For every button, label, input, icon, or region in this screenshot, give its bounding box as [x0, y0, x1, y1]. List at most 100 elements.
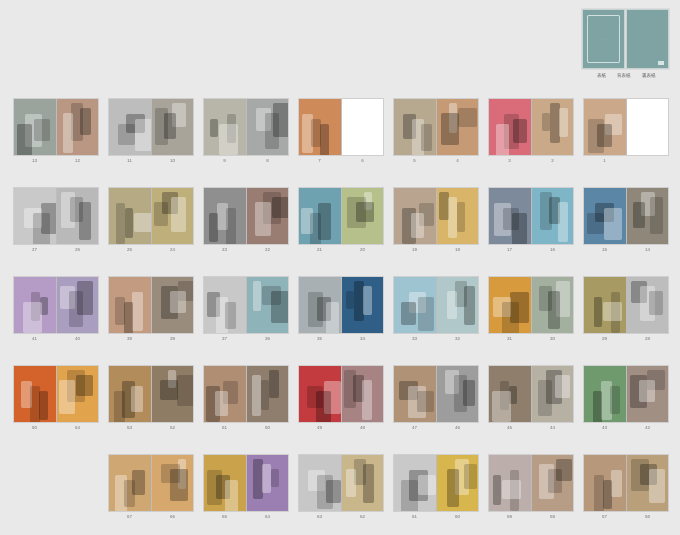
page-thumbnail-left[interactable]	[584, 366, 626, 422]
page-spread[interactable]: 51 50	[203, 365, 289, 435]
page-spread[interactable]: 32	[488, 98, 574, 168]
page-thumbnail-right[interactable]	[151, 366, 193, 422]
page-thumbnail-left[interactable]	[109, 455, 151, 511]
page-spread[interactable]: 29 28	[583, 276, 669, 346]
page-spread[interactable]: 11 10	[108, 98, 194, 168]
page-thumbnail-right[interactable]	[56, 366, 98, 422]
page-spread[interactable]: 21 20	[298, 187, 384, 257]
page-thumbnail-left[interactable]	[394, 188, 436, 244]
page-thumbnail-left[interactable]	[584, 455, 626, 511]
page-thumbnail-right[interactable]	[246, 99, 288, 155]
page-thumbnail-left[interactable]	[204, 366, 246, 422]
page-thumbnail-right[interactable]	[626, 188, 668, 244]
page-spread[interactable]: 61 60	[393, 454, 479, 524]
page-thumbnail-right[interactable]	[531, 366, 573, 422]
page-spread[interactable]: 53 52	[108, 365, 194, 435]
page-thumbnail-right[interactable]	[626, 455, 668, 511]
page-thumbnail-left[interactable]	[109, 366, 151, 422]
page-thumbnail-right[interactable]	[436, 277, 478, 333]
page-spread[interactable]: 45 44	[488, 365, 574, 435]
page-spread[interactable]: 31 30	[488, 276, 574, 346]
page-thumbnail-right[interactable]	[436, 188, 478, 244]
page-thumbnail-left[interactable]	[299, 277, 341, 333]
page-thumbnail-right[interactable]	[531, 99, 573, 155]
page-thumbnail-left[interactable]	[204, 188, 246, 244]
page-thumbnail-right[interactable]	[626, 277, 668, 333]
page-spread[interactable]: 41 40	[13, 276, 99, 346]
page-thumbnail-right[interactable]	[56, 277, 98, 333]
page-thumbnail-right[interactable]	[246, 277, 288, 333]
page-thumbnail-left[interactable]	[394, 277, 436, 333]
page-thumbnail-left[interactable]	[489, 188, 531, 244]
page-spread[interactable]: 54	[393, 98, 479, 168]
page-thumbnail-left[interactable]	[14, 366, 56, 422]
page-thumbnail-right[interactable]	[56, 188, 98, 244]
page-thumbnail-right[interactable]	[151, 277, 193, 333]
page-spread[interactable]: 25 24	[108, 187, 194, 257]
page-spread[interactable]: 27 26	[13, 187, 99, 257]
page-thumbnail-right[interactable]	[531, 455, 573, 511]
page-spread[interactable]: 63 62	[298, 454, 384, 524]
page-thumbnail-left[interactable]	[394, 455, 436, 511]
page-thumbnail-left[interactable]	[584, 277, 626, 333]
page-spread[interactable]: 37 36	[203, 276, 289, 346]
page-thumbnail-left[interactable]	[489, 366, 531, 422]
page-thumbnail-right[interactable]	[151, 99, 193, 155]
cover-front[interactable]	[626, 9, 669, 69]
page-spread[interactable]: 59 58	[488, 454, 574, 524]
page-thumbnail-left[interactable]	[299, 366, 341, 422]
page-thumbnail-right[interactable]	[531, 188, 573, 244]
page-thumbnail-left[interactable]	[489, 99, 531, 155]
page-thumbnail-right[interactable]	[436, 99, 478, 155]
page-thumbnail-right[interactable]	[531, 277, 573, 333]
page-spread[interactable]: 57 56	[583, 454, 669, 524]
page-thumbnail-left[interactable]	[204, 277, 246, 333]
page-thumbnail-right[interactable]	[341, 188, 383, 244]
page-spread[interactable]: 19 18	[393, 187, 479, 257]
page-thumbnail-right[interactable]	[341, 277, 383, 333]
page-thumbnail-left[interactable]	[489, 455, 531, 511]
page-thumbnail-left[interactable]	[299, 455, 341, 511]
page-spread[interactable]: 76	[298, 98, 384, 168]
page-spread[interactable]: 33 32	[393, 276, 479, 346]
page-spread[interactable]: 50 54	[13, 365, 99, 435]
page-thumbnail-left[interactable]	[14, 277, 56, 333]
page-thumbnail-right[interactable]	[246, 188, 288, 244]
page-spread[interactable]: 39 38	[108, 276, 194, 346]
page-spread[interactable]: 15 14	[583, 187, 669, 257]
page-thumbnail-right[interactable]	[246, 366, 288, 422]
cover-back[interactable]: · · · · ·	[582, 9, 625, 69]
page-spread[interactable]: 13 12	[13, 98, 99, 168]
page-thumbnail-left[interactable]	[204, 99, 246, 155]
page-thumbnail-right[interactable]	[626, 366, 668, 422]
page-thumbnail-right[interactable]	[341, 455, 383, 511]
page-thumbnail-right[interactable]	[56, 99, 98, 155]
page-spread[interactable]: 43 42	[583, 365, 669, 435]
page-spread[interactable]: 17 16	[488, 187, 574, 257]
page-spread[interactable]: 65 64	[203, 454, 289, 524]
page-thumbnail-left[interactable]	[109, 99, 151, 155]
cover-spread[interactable]: · · · · · 表紙 背表紙 裏表紙	[582, 9, 669, 84]
page-thumbnail-left[interactable]	[204, 455, 246, 511]
page-spread[interactable]: 1	[583, 98, 669, 168]
page-thumbnail-left[interactable]	[299, 99, 341, 155]
page-thumbnail-left[interactable]	[489, 277, 531, 333]
page-thumbnail-right[interactable]	[151, 455, 193, 511]
page-thumbnail-right[interactable]	[436, 366, 478, 422]
page-thumbnail-left[interactable]	[299, 188, 341, 244]
page-thumbnail-right[interactable]	[341, 366, 383, 422]
page-spread[interactable]: 23 22	[203, 187, 289, 257]
page-spread[interactable]: 98	[203, 98, 289, 168]
page-thumbnail-left[interactable]	[14, 188, 56, 244]
page-spread[interactable]: 49 48	[298, 365, 384, 435]
page-thumbnail-left[interactable]	[394, 99, 436, 155]
page-thumbnail-left[interactable]	[584, 188, 626, 244]
page-spread[interactable]: 67 66	[108, 454, 194, 524]
page-thumbnail-left[interactable]	[14, 99, 56, 155]
page-thumbnail-right[interactable]	[626, 99, 668, 155]
page-thumbnail-left[interactable]	[109, 277, 151, 333]
page-thumbnail-right[interactable]	[151, 188, 193, 244]
page-thumbnail-left[interactable]	[584, 99, 626, 155]
page-thumbnail-right[interactable]	[246, 455, 288, 511]
page-thumbnail-left[interactable]	[109, 188, 151, 244]
